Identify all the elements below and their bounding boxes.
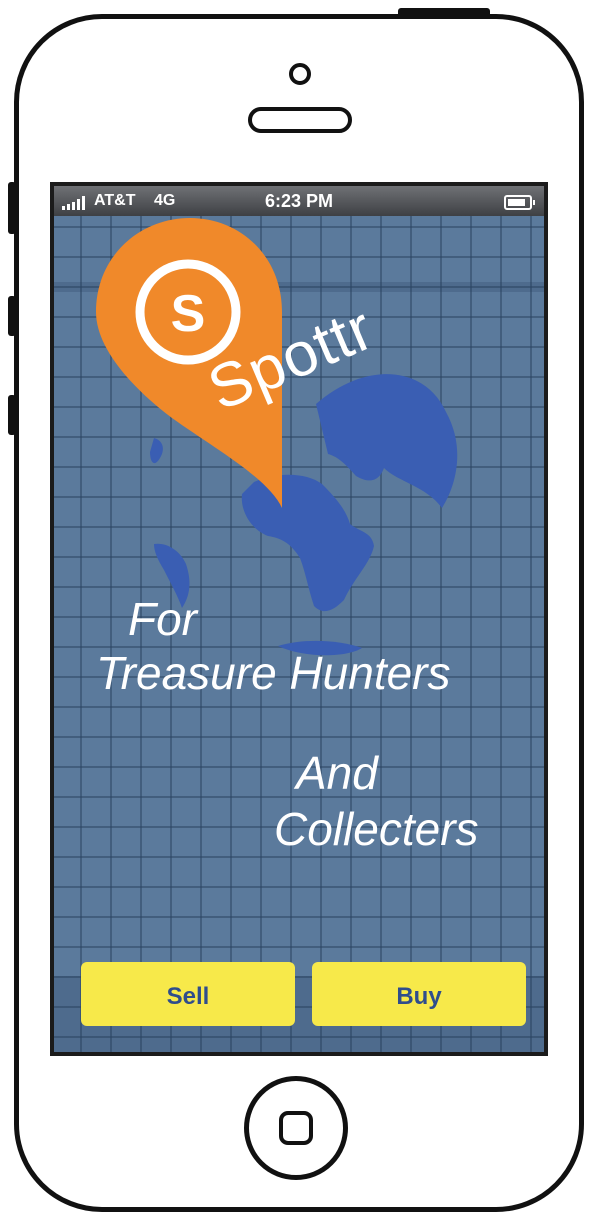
home-button[interactable] <box>244 1076 348 1180</box>
phone-mockup: AT&T 4G 6:23 PM S Spottr For Treasure Hu… <box>0 0 600 1228</box>
tagline-collecters: Collecters <box>274 803 479 855</box>
tagline-for: For <box>128 593 197 645</box>
home-square-icon <box>279 1111 313 1145</box>
tagline-and: And <box>296 747 378 799</box>
earpiece-speaker <box>248 107 352 133</box>
sell-button[interactable]: Sell <box>81 962 295 1026</box>
logo-letter: S <box>171 285 206 343</box>
front-camera <box>289 63 311 85</box>
tagline-treasure-hunters: Treasure Hunters <box>96 647 451 699</box>
buy-button[interactable]: Buy <box>312 962 526 1026</box>
app-screen: AT&T 4G 6:23 PM S Spottr For Treasure Hu… <box>50 182 548 1056</box>
